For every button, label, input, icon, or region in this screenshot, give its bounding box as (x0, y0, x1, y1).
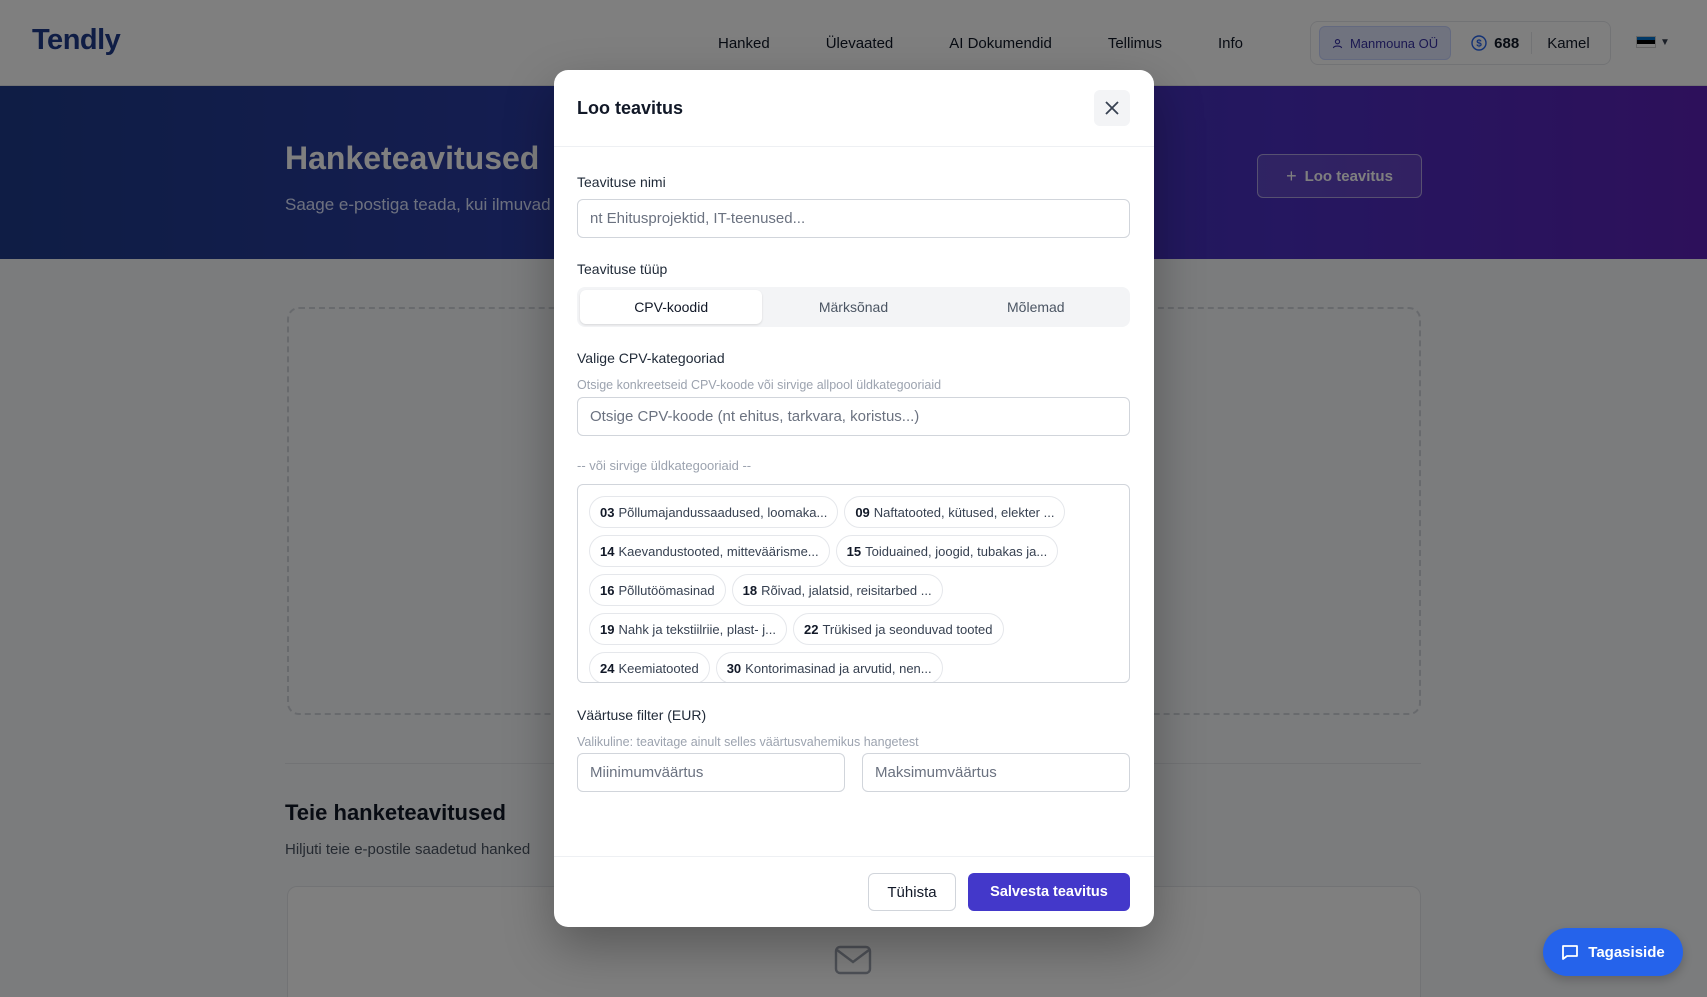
close-icon (1105, 101, 1119, 115)
chip-code: 24 (600, 660, 615, 676)
feedback-label: Tagasiside (1588, 943, 1665, 961)
cpv-label: Valige CPV-kategooriad (577, 350, 725, 366)
chip-code: 16 (600, 582, 615, 598)
min-value-input[interactable]: Miinimumväärtus (577, 753, 845, 792)
chip-code: 19 (600, 621, 615, 637)
chip-name: Rõivad, jalatsid, reisitarbed ... (761, 582, 932, 598)
cpv-category-chip[interactable]: 22 Trükised ja seonduvad tooted (792, 613, 1004, 645)
cpv-category-chip[interactable]: 18 Rõivad, jalatsid, reisitarbed ... (731, 574, 943, 606)
chip-name: Toiduained, joogid, tubakas ja... (865, 543, 1048, 559)
type-option-keywords[interactable]: Märksõnad (762, 290, 944, 324)
cpv-category-chip[interactable]: 15 Toiduained, joogid, tubakas ja... (835, 535, 1059, 567)
alert-type-label: Teavituse tüüp (577, 261, 668, 277)
chip-name: Trükised ja seonduvad tooted (822, 621, 993, 637)
cpv-category-list[interactable]: 03 Põllumajandussaadused, loomaka... 09 Na… (577, 484, 1130, 683)
chip-code: 15 (846, 543, 862, 559)
create-alert-modal: Loo teavitus Teavituse nimi nt Ehituspro… (554, 70, 1154, 927)
chat-icon (1562, 945, 1579, 960)
close-button[interactable] (1094, 90, 1130, 126)
chip-code: 22 (803, 621, 819, 637)
type-option-cpv[interactable]: CPV-koodid (580, 290, 763, 324)
alert-name-input[interactable]: nt Ehitusprojektid, IT-teenused... (577, 199, 1130, 238)
cpv-category-chip[interactable]: 03 Põllumajandussaadused, loomaka... (589, 496, 839, 528)
chip-name: Keemiatooted (618, 660, 699, 676)
modal-header: Loo teavitus (554, 70, 1154, 147)
cpv-category-chip[interactable]: 19 Nahk ja tekstiilriie, plast- j... (589, 613, 787, 645)
cpv-category-chip[interactable]: 24 Keemiatooted (589, 652, 710, 682)
chip-code: 14 (600, 543, 615, 559)
cpv-category-chip[interactable]: 16 Põllutöömasinad (589, 574, 726, 606)
cpv-category-chip[interactable]: 09 Naftatooted, kütused, elekter ... (844, 496, 1066, 528)
chip-code: 18 (742, 582, 758, 598)
cpv-category-chip[interactable]: 14 Kaevandustooted, mitteväärisme... (589, 535, 830, 567)
value-filter-help: Valikuline: teavitage ainult selles väär… (577, 735, 919, 749)
chip-name: Kaevandustooted, mitteväärisme... (618, 543, 819, 559)
chip-code: 09 (855, 504, 870, 520)
chip-code: 30 (726, 660, 742, 676)
cancel-button[interactable]: Tühista (868, 873, 956, 911)
modal-title: Loo teavitus (577, 98, 684, 118)
alert-type-selector: CPV-koodid Märksõnad Mõlemad (577, 287, 1130, 327)
type-option-both[interactable]: Mõlemad (945, 290, 1127, 324)
max-value-input[interactable]: Maksimumväärtus (862, 753, 1130, 792)
chip-name: Põllumajandussaadused, loomaka... (618, 504, 828, 520)
cpv-help-text: Otsige konkreetseid CPV-koode või sirvig… (577, 378, 942, 392)
chip-name: Kontorimasinad ja arvutid, nen... (745, 660, 932, 676)
chip-name: Nahk ja tekstiilriie, plast- j... (618, 621, 776, 637)
cpv-category-chip[interactable]: 30 Kontorimasinad ja arvutid, nen... (715, 652, 943, 682)
alert-name-label: Teavituse nimi (577, 174, 666, 190)
save-alert-button[interactable]: Salvesta teavitus (968, 873, 1130, 911)
modal-footer: Tühista Salvesta teavitus (554, 856, 1154, 927)
cpv-search-input[interactable]: Otsige CPV-koode (nt ehitus, tarkvara, k… (577, 397, 1130, 436)
feedback-button[interactable]: Tagasiside (1543, 928, 1683, 976)
chip-code: 03 (600, 504, 615, 520)
chip-name: Põllutöömasinad (618, 582, 715, 598)
chip-name: Naftatooted, kütused, elekter ... (873, 504, 1055, 520)
value-filter-label: Väärtuse filter (EUR) (577, 707, 707, 723)
browse-categories-hint: -- või sirvige üldkategooriaid -- (577, 458, 752, 473)
